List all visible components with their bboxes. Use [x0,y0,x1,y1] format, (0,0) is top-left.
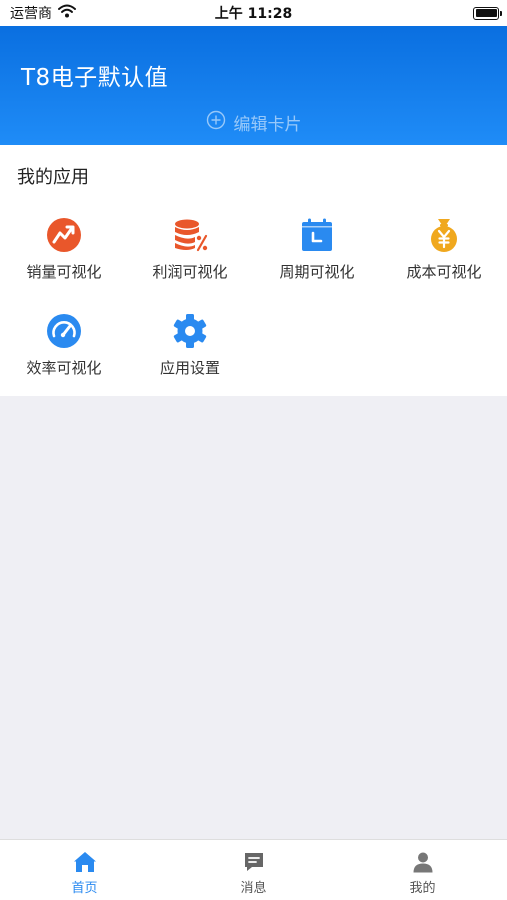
coins-percent-icon [172,217,208,253]
gauge-icon [46,313,82,349]
edit-cards-button[interactable]: 编辑卡片 [0,110,507,135]
header-banner: T8电子默认值 编辑卡片 [0,26,507,145]
money-bag-icon [426,217,462,253]
app-label: 效率可视化 [26,359,102,377]
status-left: 运营商 [10,3,76,23]
add-circle-icon [206,110,226,135]
trend-icon [46,217,82,253]
app-label: 应用设置 [159,359,220,377]
app-label: 销量可视化 [26,263,102,281]
tab-home[interactable]: 首页 [0,840,169,900]
message-icon [242,850,266,874]
app-cycle-visualization[interactable]: 周期可视化 [254,217,380,297]
app-profit-visualization[interactable]: 利润可视化 [127,217,253,297]
app-label: 利润可视化 [152,263,228,281]
app-cost-visualization[interactable]: 成本可视化 [381,217,507,297]
tab-label: 首页 [71,881,98,896]
status-bar: 运营商 上午 11:28 [0,0,507,26]
status-time: 上午 11:28 [214,6,293,22]
app-label: 成本可视化 [406,263,482,281]
tab-label: 我的 [409,881,436,896]
tab-label: 消息 [240,881,267,896]
section-title: 我的应用 [17,167,89,188]
app-efficiency-visualization[interactable]: 效率可视化 [1,313,127,393]
home-icon [73,850,97,874]
user-icon [411,850,435,874]
calendar-icon [299,217,335,253]
app-sales-visualization[interactable]: 销量可视化 [1,217,127,297]
app-settings[interactable]: 应用设置 [127,313,253,393]
edit-cards-label: 编辑卡片 [233,115,302,135]
my-apps-panel: 我的应用 销量可视化 利润可视化 周期可视化 成本可视化 效率可视化 应用设置 [0,145,507,396]
wifi-icon [58,4,76,22]
app-label: 周期可视化 [279,263,355,281]
tab-profile[interactable]: 我的 [338,840,507,900]
bottom-tab-bar: 首页 消息 我的 [0,839,507,900]
page-title: T8电子默认值 [21,65,169,91]
carrier-name: 运营商 [10,6,52,22]
tab-messages[interactable]: 消息 [169,840,338,900]
gear-icon [172,313,208,349]
battery-icon [473,6,502,20]
